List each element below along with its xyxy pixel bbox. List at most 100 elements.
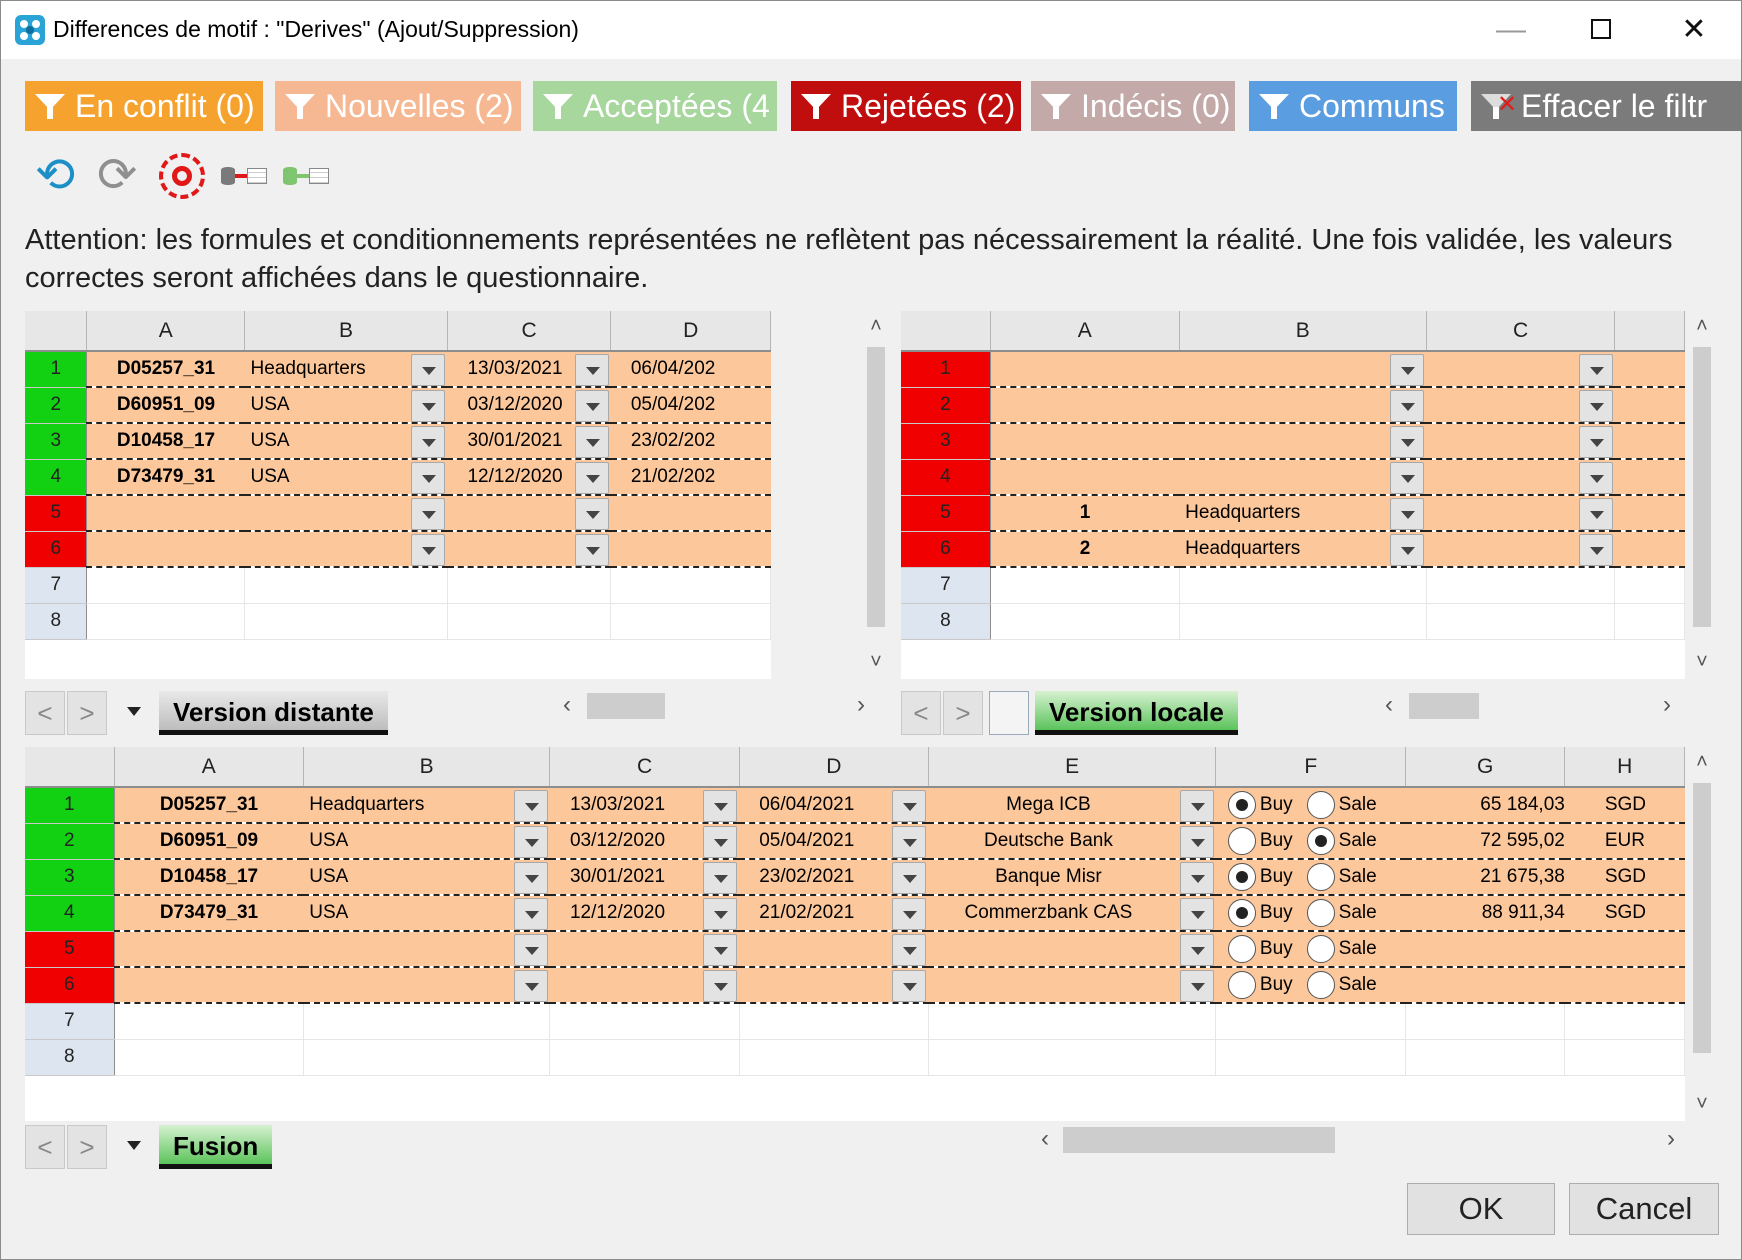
dropdown-arrow-icon[interactable] [1390,498,1425,529]
dropdown-arrow-icon[interactable] [513,862,548,893]
column-header[interactable]: B [303,747,551,788]
cell[interactable] [549,1003,740,1040]
cell[interactable] [549,1039,740,1076]
column-header[interactable]: A [114,747,304,788]
sheet-menu-icon[interactable] [115,1125,155,1169]
row-number[interactable]: 7 [25,567,88,604]
cell[interactable]: SGD [1564,787,1685,824]
cell[interactable]: D73479_31 [114,895,304,932]
prev-sheet-button[interactable]: < [25,1125,65,1169]
dropdown-arrow-icon[interactable] [411,498,446,529]
scroll-right-icon[interactable]: › [1663,691,1671,719]
column-header[interactable]: H [1564,747,1685,788]
sheet-menu-icon[interactable] [115,691,155,735]
row-number[interactable]: 7 [901,567,991,604]
dropdown-arrow-icon[interactable] [513,826,548,857]
dropdown-arrow-icon[interactable] [411,354,446,385]
cell[interactable]: D10458_17 [86,423,245,460]
row-number[interactable]: 1 [901,351,991,388]
dropdown-arrow-icon[interactable] [1390,390,1425,421]
row-number[interactable]: 2 [25,823,115,860]
cell[interactable] [1564,931,1685,968]
prev-sheet-button[interactable]: < [25,691,65,735]
cell[interactable] [1179,466,1185,487]
cell[interactable]: USA [245,430,290,451]
grid-corner[interactable] [25,747,115,788]
ok-button[interactable]: OK [1407,1183,1555,1235]
local-horizontal-scrollbar[interactable]: ‹ › [1381,691,1681,721]
scroll-thumb[interactable] [587,693,665,719]
dropdown-arrow-icon[interactable] [892,790,927,821]
scroll-thumb[interactable] [1409,693,1479,719]
dropdown-arrow-icon[interactable] [574,390,609,421]
cell[interactable]: 30/01/2021 [550,866,665,887]
dropdown-arrow-icon[interactable] [574,354,609,385]
column-header[interactable]: A [86,311,246,352]
dropdown-arrow-icon[interactable] [411,462,446,493]
dropdown-arrow-icon[interactable] [1578,462,1613,493]
tab-fusion[interactable]: Fusion [159,1125,273,1169]
cell[interactable]: Headquarters [303,794,424,815]
cell[interactable]: USA [245,466,290,487]
scroll-left-icon[interactable]: ‹ [563,691,571,719]
dropdown-arrow-icon[interactable] [1578,498,1613,529]
close-button[interactable]: ✕ [1664,9,1724,51]
tab-version-locale[interactable]: Version locale [1035,691,1238,735]
scroll-left-icon[interactable]: ‹ [1385,691,1393,719]
row-number[interactable]: 5 [25,931,115,968]
cell[interactable]: 13/03/2021 [447,358,562,379]
buy-radio[interactable] [1227,935,1256,963]
remote-horizontal-scrollbar[interactable]: ‹ › [535,691,875,721]
dropdown-arrow-icon[interactable] [1578,390,1613,421]
column-header[interactable]: E [928,747,1217,788]
cell[interactable]: D73479_31 [86,459,245,496]
cell[interactable] [1564,1039,1685,1076]
maximize-button[interactable] [1571,9,1631,51]
row-number[interactable]: 3 [25,423,88,460]
dropdown-arrow-icon[interactable] [1179,970,1214,1001]
cell[interactable]: 2 [990,531,1180,568]
dropdown-arrow-icon[interactable] [1179,934,1214,965]
grid-corner[interactable] [901,311,991,352]
cell[interactable]: 12/12/2020 [550,902,665,923]
dropdown-arrow-icon[interactable] [703,790,738,821]
clear-filter-button[interactable]: ✕ Effacer le filtr [1471,81,1742,131]
buy-radio[interactable] [1227,971,1256,999]
cell[interactable]: 21/02/2021 [739,902,854,923]
filter-conflict-button[interactable]: En conflit (0) [25,81,263,131]
cell[interactable] [990,459,1180,496]
remote-vertical-scrollbar[interactable]: ˄ ˅ [861,311,891,679]
scroll-up-icon[interactable]: ˄ [1687,751,1717,774]
scroll-down-icon[interactable]: ˅ [1687,651,1717,674]
cell[interactable]: 88 911,34 [1405,895,1565,932]
scroll-thumb[interactable] [1063,1127,1335,1153]
cell[interactable]: 05/04/2021 [739,830,854,851]
cell[interactable]: 06/04/202 [611,358,716,379]
row-number[interactable]: 5 [25,495,88,532]
next-sheet-button[interactable]: > [943,691,983,735]
dropdown-arrow-icon[interactable] [1578,534,1613,565]
buy-radio[interactable] [1227,899,1256,927]
undo-icon[interactable]: ⟲ [35,151,83,201]
cell[interactable]: 12/12/2020 [447,466,562,487]
next-sheet-button[interactable]: > [67,1125,107,1169]
cell[interactable]: 03/12/2020 [550,830,665,851]
dropdown-arrow-icon[interactable] [703,898,738,929]
filter-accepted-button[interactable]: Acceptées (4 [533,81,777,131]
cell[interactable] [1405,1003,1566,1040]
row-number[interactable]: 7 [25,1003,115,1040]
dropdown-arrow-icon[interactable] [703,862,738,893]
column-header[interactable]: C [1426,311,1616,352]
cell[interactable]: 21/02/202 [611,466,716,487]
dropdown-arrow-icon[interactable] [411,390,446,421]
dropdown-arrow-icon[interactable] [1390,462,1425,493]
cell[interactable] [303,938,309,959]
cell[interactable] [550,938,570,959]
row-number[interactable]: 4 [25,895,115,932]
dropdown-arrow-icon[interactable] [1578,354,1613,385]
cell[interactable] [990,387,1180,424]
local-vertical-scrollbar[interactable]: ˄ ˅ [1687,311,1717,679]
scroll-left-icon[interactable]: ‹ [1041,1125,1049,1153]
cell[interactable]: Deutsche Bank [928,830,1168,852]
cell[interactable] [1405,1039,1566,1076]
